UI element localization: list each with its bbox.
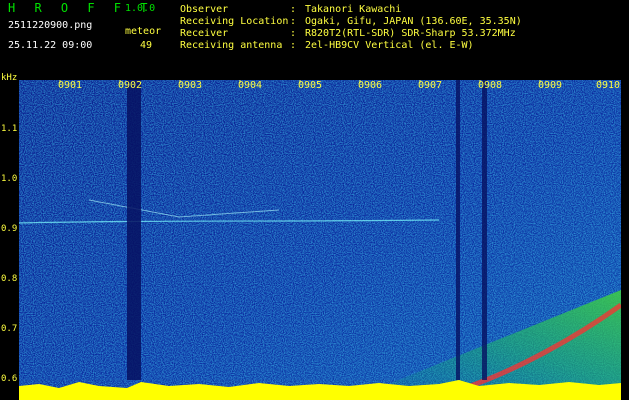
- x-tick-label: 0902: [118, 80, 143, 91]
- x-tick-label: 0905: [298, 80, 323, 91]
- antenna-value: 2el-HB9CV Vertical (el. E-W): [305, 40, 474, 51]
- location-label: Receiving Location: [180, 16, 289, 27]
- dark-column: [456, 80, 460, 380]
- spectrogram-plot: [19, 80, 621, 400]
- x-tick-label: 0909: [538, 80, 563, 91]
- x-tick-label: 0904: [238, 80, 263, 91]
- receiver-value: R820T2(RTL-SDR) SDR-Sharp 53.372MHz: [305, 28, 516, 39]
- meteor-label: meteor: [125, 26, 162, 37]
- app-version: 1.0.0: [125, 3, 156, 14]
- capture-datetime: 25.11.22 09:00: [8, 40, 93, 51]
- antenna-sep: :: [290, 40, 297, 51]
- dark-column: [482, 80, 487, 380]
- header-panel: H R O F F T 1.0.0 2511220900.png 25.11.2…: [0, 0, 629, 76]
- dark-column: [127, 80, 141, 380]
- observer-label: Observer: [180, 4, 229, 15]
- meteor-count: 49: [140, 40, 153, 51]
- y-tick-label: 0.8: [1, 274, 18, 284]
- y-tick-label: 1.0: [1, 174, 18, 184]
- file-name: 2511220900.png: [8, 20, 93, 31]
- x-tick-label: 0910: [596, 80, 621, 91]
- y-tick-label: 0.7: [1, 324, 18, 334]
- x-tick-label: 0908: [478, 80, 503, 91]
- y-axis: kHz 1.1 1.0 0.9 0.8 0.7 0.6: [0, 72, 19, 400]
- observer-value: Takanori Kawachi: [305, 4, 402, 15]
- x-tick-label: 0907: [418, 80, 443, 91]
- y-axis-unit: kHz: [1, 73, 18, 83]
- location-value: Ogaki, Gifu, JAPAN (136.60E, 35.35N): [305, 16, 522, 27]
- location-sep: :: [290, 16, 297, 27]
- y-tick-label: 1.1: [1, 124, 18, 134]
- x-tick-label: 0901: [58, 80, 83, 91]
- receiver-label: Receiver: [180, 28, 229, 39]
- y-tick-label: 0.9: [1, 224, 18, 234]
- observer-sep: :: [290, 4, 297, 15]
- x-tick-label: 0906: [358, 80, 383, 91]
- receiver-sep: :: [290, 28, 297, 39]
- antenna-label: Receiving antenna: [180, 40, 283, 51]
- x-tick-label: 0903: [178, 80, 203, 91]
- y-tick-label: 0.6: [1, 374, 18, 384]
